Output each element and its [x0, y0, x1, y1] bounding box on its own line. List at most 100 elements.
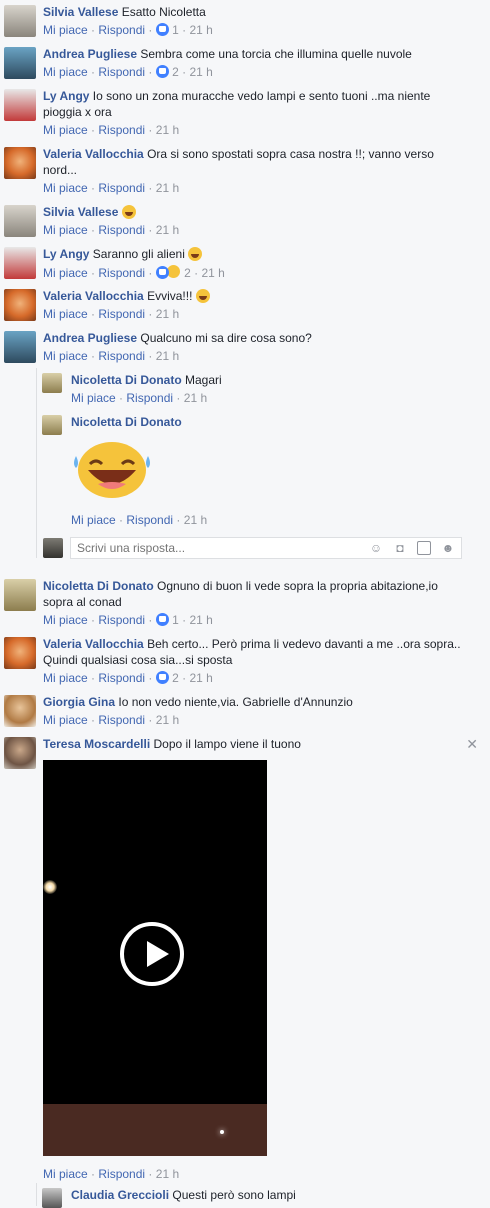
separator: · [91, 1167, 96, 1181]
video-building [43, 1104, 267, 1156]
like-button[interactable]: Mi piace [71, 391, 116, 405]
comment-author[interactable]: Valeria Vallocchia [43, 147, 144, 161]
reply-button[interactable]: Rispondi [126, 513, 173, 527]
gif-icon[interactable] [417, 541, 431, 555]
camera-icon[interactable]: ◘ [393, 541, 407, 555]
like-reaction-icon[interactable] [155, 23, 169, 36]
like-button[interactable]: Mi piace [43, 713, 88, 727]
video-player[interactable] [43, 760, 267, 1156]
like-reaction-icon[interactable] [155, 613, 169, 626]
like-button[interactable]: Mi piace [43, 349, 88, 363]
reply-button[interactable]: Rispondi [98, 181, 145, 195]
comment-text: Dopo il lampo viene il tuono [153, 737, 301, 751]
timestamp[interactable]: 21 h [156, 181, 179, 195]
comment-author[interactable]: Nicoletta Di Donato [43, 579, 154, 593]
reaction-count[interactable]: 1 [172, 23, 179, 37]
reaction-count[interactable]: 2 [172, 65, 179, 79]
timestamp[interactable]: 21 h [184, 391, 207, 405]
like-button[interactable]: Mi piace [43, 307, 88, 321]
avatar[interactable] [4, 5, 36, 37]
grinning-emoji-icon [195, 289, 210, 303]
reply-button[interactable]: Rispondi [98, 123, 145, 137]
like-button[interactable]: Mi piace [43, 266, 88, 280]
like-reaction-icon[interactable] [155, 671, 169, 684]
comment-author[interactable]: Silvia Vallese [43, 5, 118, 19]
like-button[interactable]: Mi piace [43, 223, 88, 237]
comment-author[interactable]: Claudia Greccioli [71, 1188, 169, 1202]
separator: · [91, 181, 96, 195]
reply-button[interactable]: Rispondi [98, 266, 145, 280]
sticker-icon[interactable]: ☻ [441, 541, 455, 555]
reply-button[interactable]: Rispondi [126, 391, 173, 405]
timestamp[interactable]: 21 h [156, 349, 179, 363]
timestamp[interactable]: 21 h [156, 223, 179, 237]
like-button[interactable]: Mi piace [43, 123, 88, 137]
reply-button[interactable]: Rispondi [98, 23, 145, 37]
timestamp[interactable]: 21 h [156, 1167, 179, 1181]
avatar[interactable] [4, 289, 36, 321]
timestamp[interactable]: 21 h [156, 123, 179, 137]
current-user-avatar [43, 538, 63, 558]
reply-button[interactable]: Rispondi [98, 223, 145, 237]
avatar[interactable] [42, 1188, 62, 1208]
avatar[interactable] [4, 47, 36, 79]
timestamp[interactable]: 21 h [201, 266, 224, 280]
reply-button[interactable]: Rispondi [98, 713, 145, 727]
avatar[interactable] [42, 373, 62, 393]
comment: Ly Angy Io sono un zona muracche vedo la… [4, 88, 486, 142]
comment-author[interactable]: Teresa Moscardelli [43, 737, 150, 751]
timestamp[interactable]: 21 h [189, 671, 212, 685]
like-button[interactable]: Mi piace [43, 613, 88, 627]
reply-button[interactable]: Rispondi [98, 1167, 145, 1181]
reply-button[interactable]: Rispondi [98, 613, 145, 627]
avatar[interactable] [4, 147, 36, 179]
avatar[interactable] [4, 89, 36, 121]
comment-author[interactable]: Giorgia Gina [43, 695, 115, 709]
reaction-count[interactable]: 1 [172, 613, 179, 627]
avatar[interactable] [4, 579, 36, 611]
comment-author[interactable]: Valeria Vallocchia [43, 637, 144, 651]
emoji-icon[interactable]: ☺ [369, 541, 383, 555]
avatar[interactable] [4, 695, 36, 727]
timestamp[interactable]: 21 h [184, 513, 207, 527]
avatar[interactable] [4, 737, 36, 769]
like-button[interactable]: Mi piace [43, 181, 88, 195]
avatar[interactable] [42, 415, 62, 435]
comment-author[interactable]: Ly Angy [43, 89, 89, 103]
like-reaction-icon[interactable] [155, 266, 169, 279]
comment-author[interactable]: Andrea Pugliese [43, 331, 137, 345]
timestamp[interactable]: 21 h [189, 23, 212, 37]
play-icon[interactable] [120, 922, 184, 986]
reply-button[interactable]: Rispondi [98, 349, 145, 363]
reply-button[interactable]: Rispondi [98, 307, 145, 321]
separator: · [91, 223, 96, 237]
reaction-count[interactable]: 2 [184, 266, 191, 280]
like-button[interactable]: Mi piace [71, 513, 116, 527]
like-button[interactable]: Mi piace [43, 65, 88, 79]
like-reaction-icon[interactable] [155, 65, 169, 78]
timestamp[interactable]: 21 h [189, 65, 212, 79]
like-button[interactable]: Mi piace [43, 1167, 88, 1181]
comment-author[interactable]: Andrea Pugliese [43, 47, 137, 61]
like-button[interactable]: Mi piace [43, 23, 88, 37]
timestamp[interactable]: 21 h [156, 307, 179, 321]
reply-button[interactable]: Rispondi [98, 671, 145, 685]
comment-author[interactable]: Ly Angy [43, 247, 89, 261]
comment-text: Io non vedo niente,via. Gabrielle d'Annu… [118, 695, 353, 709]
comment-author[interactable]: Valeria Vallocchia [43, 289, 144, 303]
like-button[interactable]: Mi piace [43, 671, 88, 685]
comment-actions: Mi piace · Rispondi · 21 h [71, 512, 207, 528]
comment-author[interactable]: Nicoletta Di Donato [71, 415, 182, 429]
avatar[interactable] [4, 247, 36, 279]
avatar[interactable] [4, 331, 36, 363]
avatar[interactable] [4, 637, 36, 669]
comment-author[interactable]: Silvia Vallese [43, 205, 118, 219]
comment-author[interactable]: Nicoletta Di Donato [71, 373, 182, 387]
reaction-count[interactable]: 2 [172, 671, 179, 685]
avatar[interactable] [4, 205, 36, 237]
close-icon[interactable]: ✕ [466, 736, 478, 753]
reply-button[interactable]: Rispondi [98, 65, 145, 79]
reply-input[interactable] [71, 538, 353, 558]
timestamp[interactable]: 21 h [156, 713, 179, 727]
timestamp[interactable]: 21 h [189, 613, 212, 627]
